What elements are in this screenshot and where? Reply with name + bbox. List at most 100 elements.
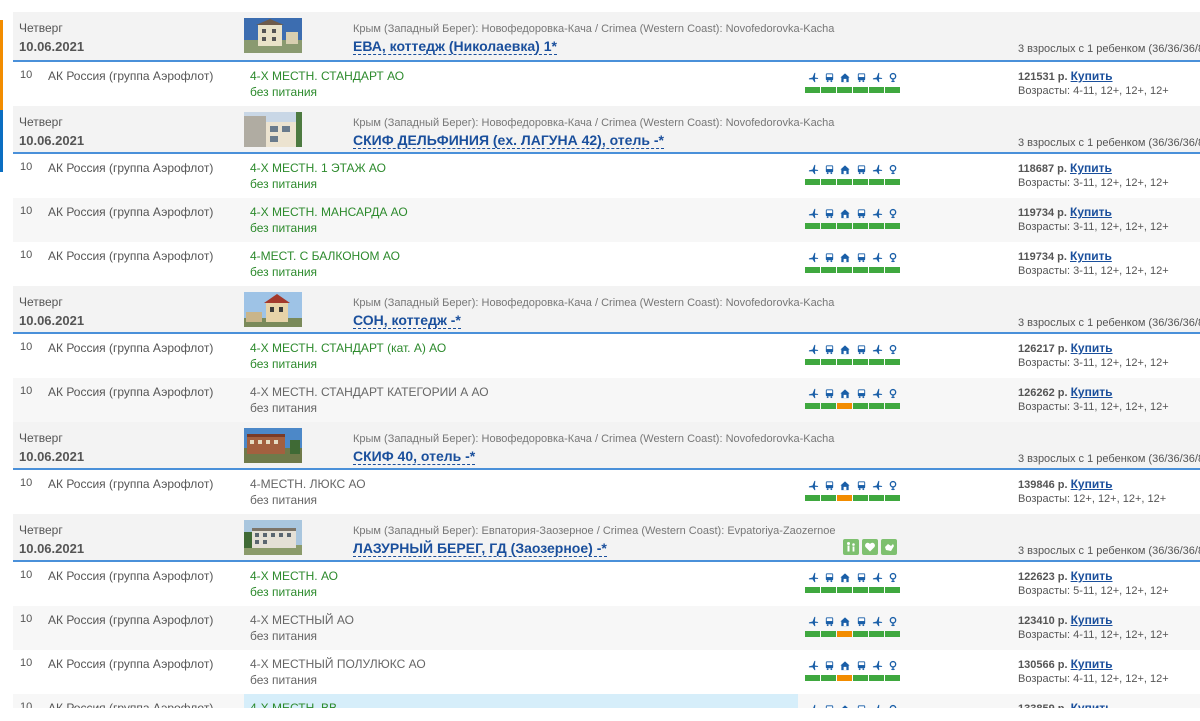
offer-room-type[interactable]: 4-Х МЕСТН. СТАНДАРТ АО: [250, 69, 404, 83]
offer-row: 10 АК Россия (группа Аэрофлот) 4-Х МЕСТН…: [13, 562, 1200, 606]
availability-bar: [885, 267, 900, 273]
offer-service-icons: [805, 570, 901, 593]
offer-room-type[interactable]: 4-МЕСТ. С БАЛКОНОМ АО: [250, 249, 400, 263]
availability-bar: [885, 675, 900, 681]
offer-room-type[interactable]: 4-Х МЕСТНЫЙ ПОЛУЛЮКС АО: [250, 657, 426, 671]
offer-room-type[interactable]: 4-Х МЕСТН. 1 ЭТАЖ АО: [250, 161, 386, 175]
buy-link[interactable]: Купить: [1070, 161, 1112, 175]
offer-service-icons: [805, 658, 901, 681]
hotel-day: Четверг: [19, 523, 63, 537]
buy-link[interactable]: Купить: [1071, 69, 1113, 83]
offer-meal: без питания: [250, 493, 318, 507]
offer-room-type[interactable]: 4-Х МЕСТНЫЙ АО: [250, 613, 354, 627]
offer-price-line: 123410 р. Купить: [1018, 613, 1113, 627]
offer-price: 118687 р.: [1018, 163, 1067, 175]
availability-bar: [869, 223, 884, 229]
availability-bar: [853, 87, 868, 93]
availability-bar: [885, 359, 900, 365]
offer-service-icons: [805, 702, 901, 708]
plane-icon: [805, 206, 821, 220]
offer-ages: Возрасты: 4-11, 12+, 12+, 12+: [1018, 629, 1169, 641]
hotel-photo[interactable]: [244, 292, 302, 327]
availability-bar: [821, 87, 836, 93]
buy-link[interactable]: Купить: [1071, 657, 1113, 671]
hotel-photo[interactable]: [244, 520, 302, 555]
availability-bars: [805, 223, 901, 229]
buy-link[interactable]: Купить: [1071, 341, 1113, 355]
guests-info: 3 взрослых с 1 ребенком (36/36/36/8: [1018, 317, 1200, 329]
hotel-icon: [837, 478, 853, 492]
availability-bar: [853, 587, 868, 593]
offer-row: 10 АК Россия (группа Аэрофлот) 4-МЕСТ. С…: [13, 242, 1200, 286]
bus-icon: [853, 386, 869, 400]
offer-meal: без питания: [250, 401, 318, 415]
insurance-icon: [885, 70, 901, 84]
buy-link[interactable]: Купить: [1071, 385, 1113, 399]
offer-airline: АК Россия (группа Аэрофлот): [48, 69, 214, 83]
availability-bar: [853, 495, 868, 501]
bus-icon: [853, 614, 869, 628]
hotel-day: Четверг: [19, 115, 63, 129]
hotel-icon: [837, 614, 853, 628]
hotel-photo[interactable]: [244, 18, 302, 53]
hotel-name-link[interactable]: СОН, коттедж -*: [353, 312, 461, 329]
availability-bars: [805, 267, 901, 273]
availability-bar: [869, 495, 884, 501]
availability-bar: [805, 587, 820, 593]
offer-price: 126262 р.: [1018, 387, 1068, 399]
offer-service-icons: [805, 70, 901, 93]
buy-link[interactable]: Купить: [1071, 477, 1113, 491]
hotel-name-link[interactable]: ЛАЗУРНЫЙ БЕРЕГ, ГД (Заозерное) -*: [353, 540, 607, 557]
hotel-name-link[interactable]: СКИФ ДЕЛЬФИНИЯ (ex. ЛАГУНА 42), отель -*: [353, 132, 664, 149]
bus-icon: [821, 570, 837, 584]
buy-link[interactable]: Купить: [1071, 701, 1113, 708]
offer-price: 122623 р.: [1018, 571, 1068, 583]
hotel-name-link[interactable]: СКИФ 40, отель -*: [353, 448, 476, 465]
availability-bar: [805, 267, 820, 273]
hotel-icon: [837, 570, 853, 584]
offer-ages: Возрасты: 3-11, 12+, 12+, 12+: [1018, 221, 1169, 233]
guests-info: 3 взрослых с 1 ребенком (36/36/36/8: [1018, 43, 1200, 55]
buy-link[interactable]: Купить: [1071, 613, 1113, 627]
plane-icon: [869, 478, 885, 492]
buy-link[interactable]: Купить: [1070, 249, 1112, 263]
offer-price: 121531 р.: [1018, 71, 1068, 83]
availability-bar: [885, 631, 900, 637]
buy-link[interactable]: Купить: [1071, 569, 1113, 583]
offer-meal: без питания: [250, 221, 318, 235]
offer-ages: Возрасты: 3-11, 12+, 12+, 12+: [1018, 265, 1169, 277]
offer-airline: АК Россия (группа Аэрофлот): [48, 161, 214, 175]
availability-bar: [853, 631, 868, 637]
plane-icon: [869, 250, 885, 264]
availability-bar: [869, 631, 884, 637]
left-accent-stripe: [0, 110, 3, 172]
offer-row: 10 АК Россия (группа Аэрофлот) 4-Х МЕСТН…: [13, 62, 1200, 106]
offer-row: 10 АК Россия (группа Аэрофлот) 4-Х МЕСТН…: [13, 154, 1200, 198]
insurance-icon: [885, 658, 901, 672]
buy-link[interactable]: Купить: [1070, 205, 1112, 219]
offer-room-type[interactable]: 4-Х МЕСТН. ВВ: [250, 701, 337, 708]
offer-room-type[interactable]: 4-МЕСТН. ЛЮКС АО: [250, 477, 366, 491]
availability-bar: [869, 267, 884, 273]
hotel-photo[interactable]: [244, 112, 302, 147]
hotel-photo[interactable]: [244, 428, 302, 463]
hotel-icon: [837, 702, 853, 708]
offer-nights: 10: [20, 569, 33, 581]
plane-icon: [869, 386, 885, 400]
availability-bars: [805, 495, 901, 501]
offer-room-type[interactable]: 4-Х МЕСТН. СТАНДАРТ КАТЕГОРИИ А АО: [250, 385, 489, 399]
hotel-region: Крым (Западный Берег): Новофедоровка-Кач…: [353, 433, 835, 445]
plane-icon: [805, 162, 821, 176]
offer-room-type[interactable]: 4-Х МЕСТН. АО: [250, 569, 338, 583]
offer-ages: Возрасты: 4-11, 12+, 12+, 12+: [1018, 673, 1169, 685]
offer-price: 126217 р.: [1018, 343, 1068, 355]
offer-room-type[interactable]: 4-Х МЕСТН. СТАНДАРТ (кат. А) АО: [250, 341, 446, 355]
offer-price-line: 119734 р. Купить: [1018, 249, 1112, 263]
hotel-name-link[interactable]: ЕВА, коттедж (Николаевка) 1*: [353, 38, 557, 55]
offer-room-type[interactable]: 4-Х МЕСТН. МАНСАРДА АО: [250, 205, 408, 219]
hotel-icon: [837, 206, 853, 220]
availability-bars: [805, 631, 901, 637]
availability-bars: [805, 87, 901, 93]
bus-icon: [821, 614, 837, 628]
tour-results-list: Четверг 10.06.2021 Крым (Западный Берег)…: [13, 12, 1200, 708]
